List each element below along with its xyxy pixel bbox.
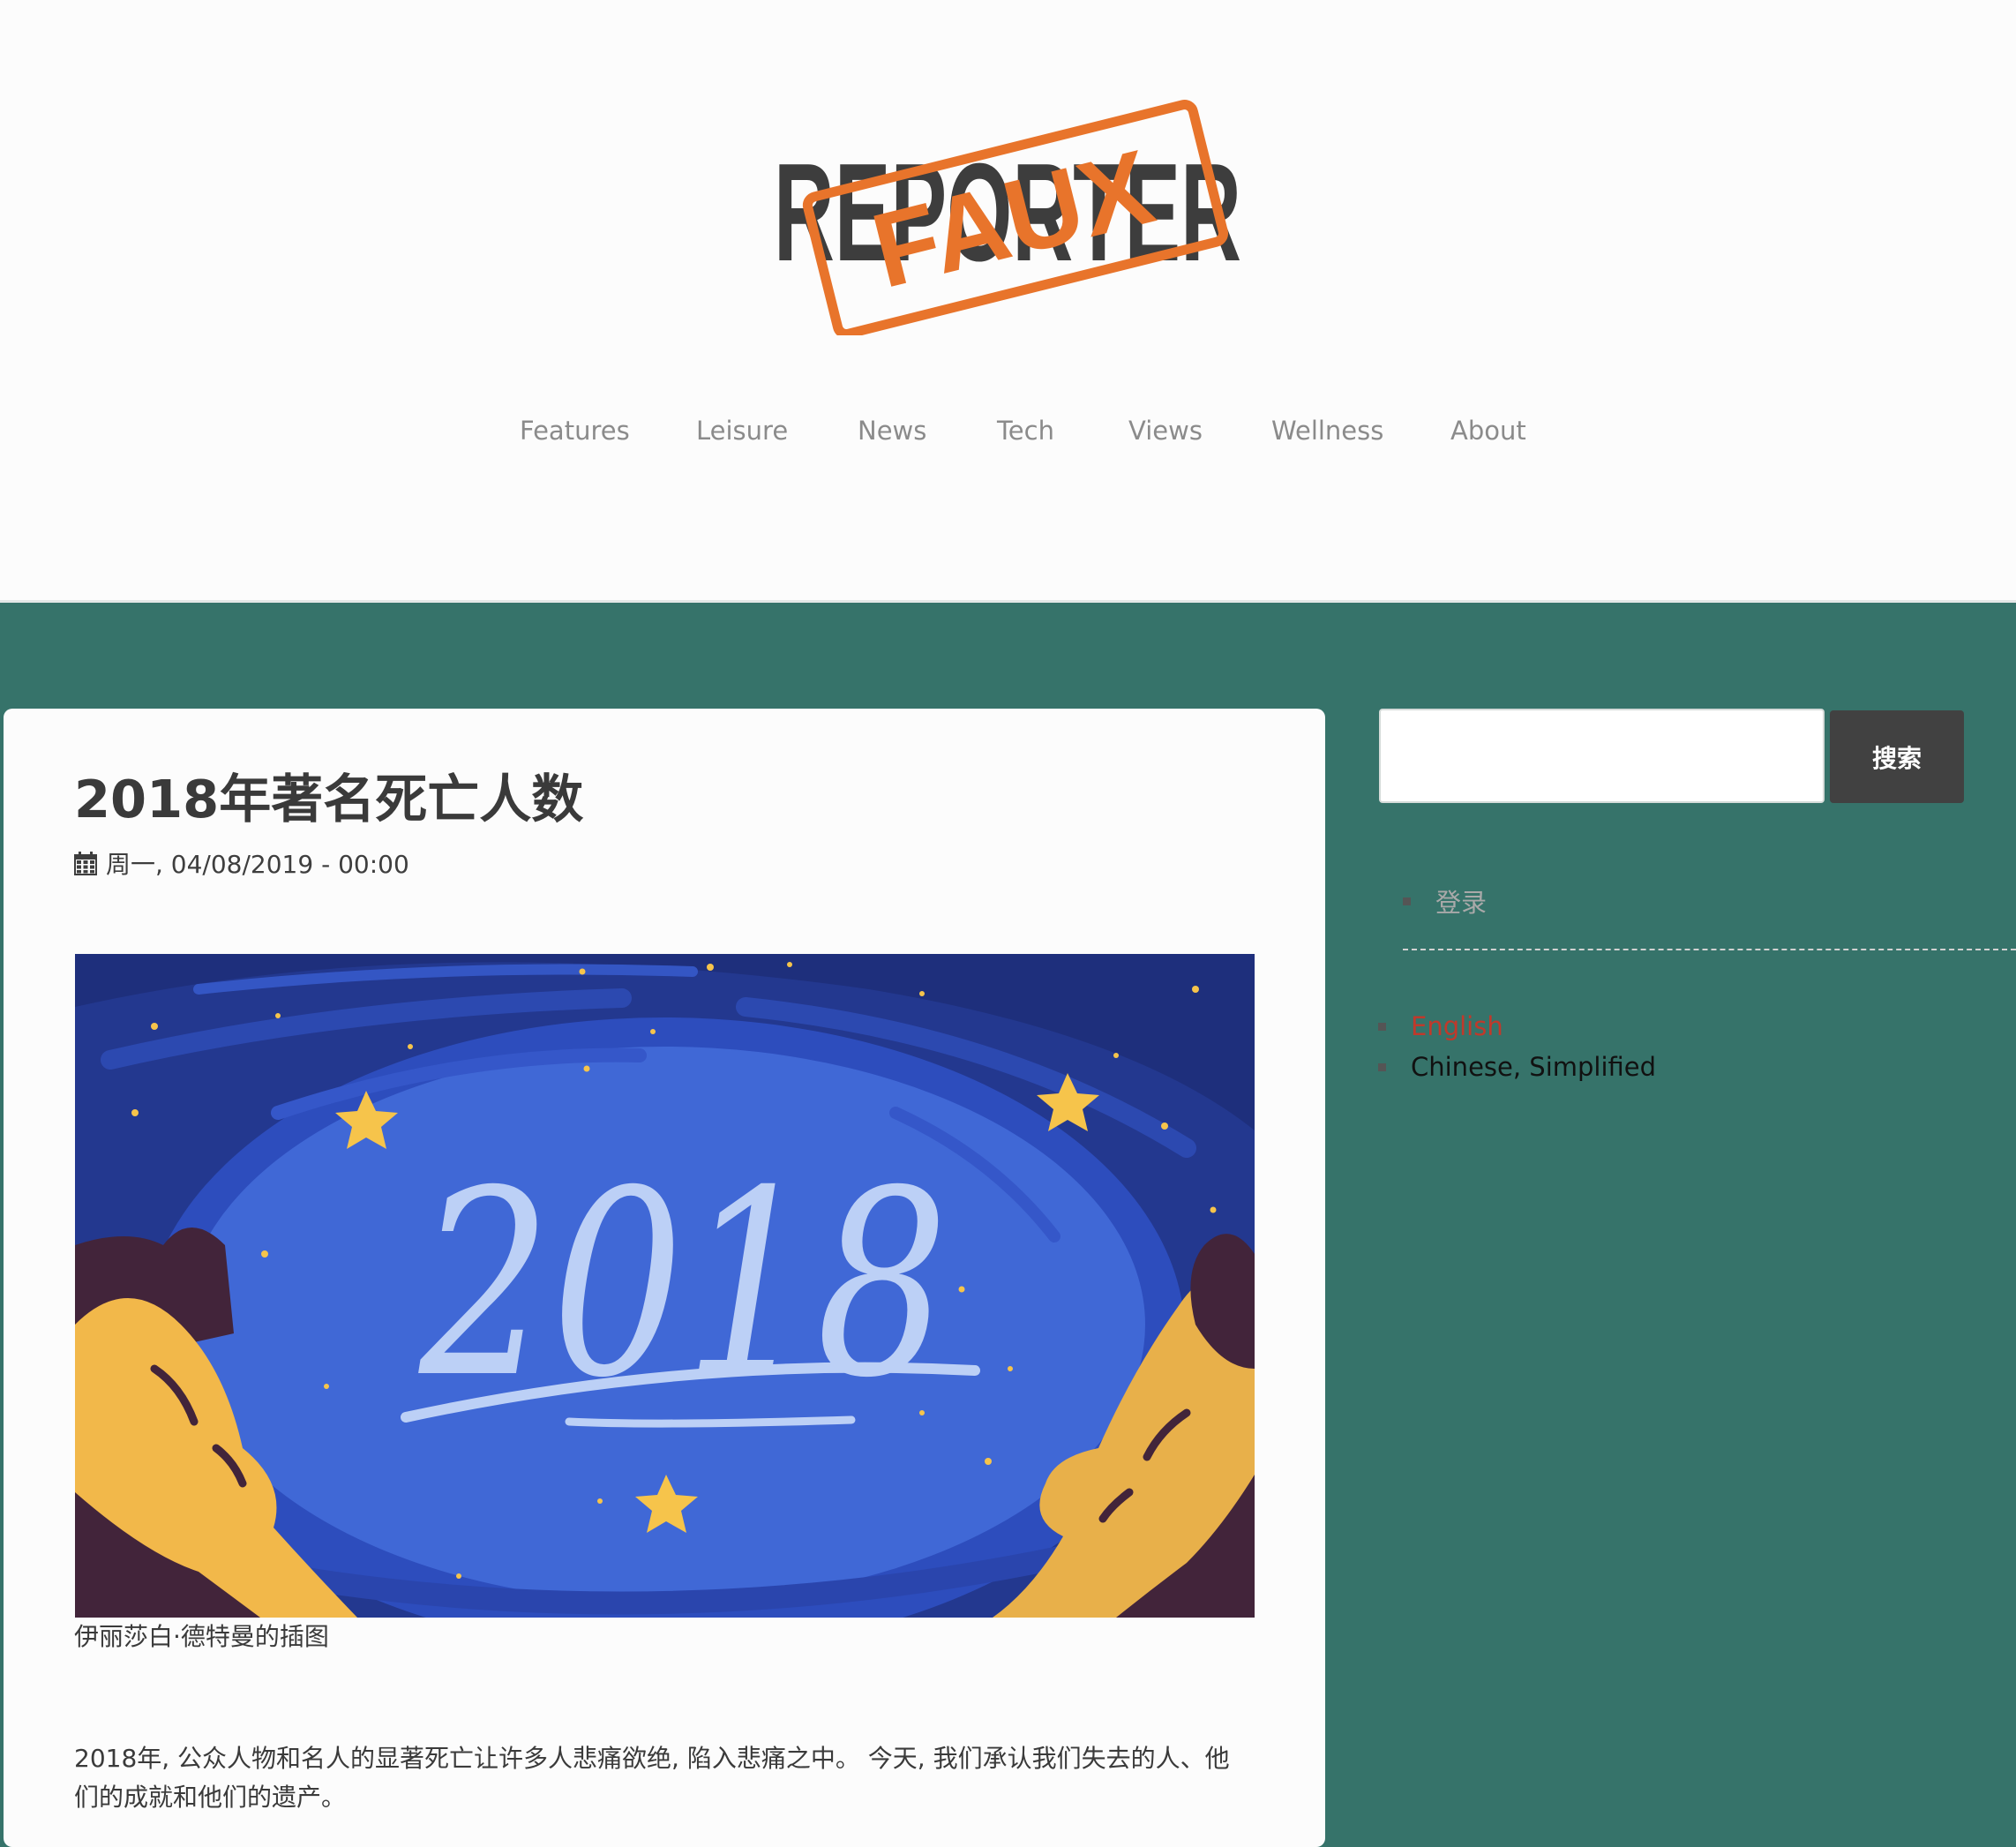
user-menu-item-login: 登录: [1403, 878, 1487, 924]
article-body: 2018年, 公众人物和名人的显著死亡让许多人悲痛欲绝, 陷入悲痛之中。 今天,…: [74, 1744, 1230, 1812]
language-item-english: English: [1378, 1006, 1656, 1047]
square-bullet-icon: [1378, 1022, 1386, 1031]
illustration-year: 2018: [416, 1137, 948, 1434]
square-bullet-icon: [1403, 897, 1411, 905]
calendar-icon: [74, 851, 97, 875]
search-button[interactable]: 搜索: [1830, 710, 1964, 803]
language-switcher: English Chinese, Simplified: [1378, 1006, 1656, 1087]
language-current-chinese: Chinese, Simplified: [1411, 1052, 1657, 1082]
article-card: 2018年著名死亡人数 周一, 04/08/2019 - 00:00 2018 …: [4, 709, 1325, 1847]
nav-news[interactable]: News: [858, 413, 926, 448]
nav-views[interactable]: Views: [1128, 413, 1203, 448]
user-menu: 登录: [1403, 878, 2016, 950]
search-input[interactable]: [1379, 709, 1825, 803]
site-logo[interactable]: REPORTER FAUX: [768, 66, 1248, 335]
illustration-2018-image: 2018: [75, 954, 1255, 1618]
article-date: 周一, 04/08/2019 - 00:00: [106, 850, 409, 879]
login-link[interactable]: 登录: [1435, 882, 1487, 920]
main-navigation: Features Leisure News Tech Views Wellnes…: [0, 413, 2016, 448]
image-caption: 伊丽莎白·德特曼的插图: [74, 1622, 329, 1651]
faux-reporter-logo: REPORTER FAUX: [774, 100, 1241, 335]
square-bullet-icon: [1378, 1062, 1386, 1071]
language-item-chinese: Chinese, Simplified: [1378, 1047, 1656, 1087]
article-illustration: 2018: [75, 954, 1255, 1618]
nav-leisure[interactable]: Leisure: [696, 413, 788, 448]
language-link-english[interactable]: English: [1411, 1011, 1503, 1041]
nav-about[interactable]: About: [1450, 413, 1526, 448]
site-header: REPORTER FAUX Features Leisure News Tech…: [0, 0, 2016, 603]
nav-tech[interactable]: Tech: [997, 413, 1054, 448]
nav-features[interactable]: Features: [520, 413, 630, 448]
article-meta: 周一, 04/08/2019 - 00:00: [74, 845, 409, 881]
nav-wellness[interactable]: Wellness: [1271, 413, 1383, 448]
article-title: 2018年著名死亡人数: [74, 769, 584, 830]
